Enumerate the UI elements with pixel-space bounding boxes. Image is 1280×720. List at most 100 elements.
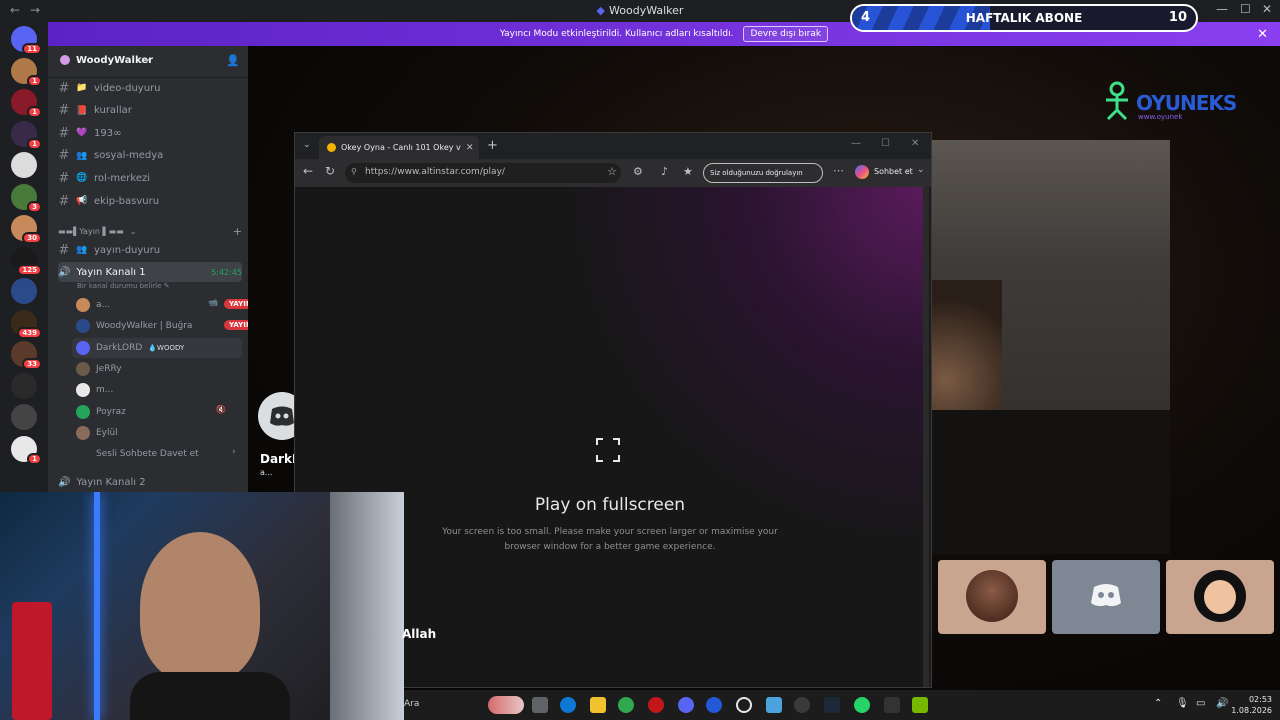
volume-icon[interactable]: 🔊 [1216,698,1228,709]
voice-user[interactable]: Sesli Sohbete Davet et › [76,444,242,464]
close-icon[interactable]: ✕ [1262,2,1272,16]
category-header[interactable]: ▬▬▌Yayın ▌▬▬ ⌄ + [58,221,242,241]
taskbar-search[interactable]: Ara [404,699,419,709]
ea-icon[interactable] [706,697,722,713]
hash-icon: # [58,103,70,119]
user-name: m... [96,385,114,396]
copilot-icon[interactable] [855,165,869,179]
participant-tile-1[interactable] [938,560,1046,634]
steam-icon[interactable] [824,697,840,713]
server-icon-12[interactable] [11,372,37,399]
read-aloud-icon[interactable]: ♪ [661,165,668,178]
server-icon-10[interactable]: 439 [11,309,42,339]
browser-back-icon[interactable]: ← [303,164,313,178]
participant-tile-3[interactable] [1166,560,1274,634]
taskbar-clock[interactable]: 02:53 1.08.2026 [1231,694,1272,716]
voice-user[interactable]: JeRRy [76,359,242,379]
discord-avatar-icon [1091,584,1121,607]
channel-yayin-duyuru[interactable]: # 👥 yayın-duyuru [58,240,242,260]
oyuneks-logo: OYUNEKS www.oyunek [1102,78,1242,128]
tab-list-icon[interactable]: ⌄ [303,140,311,150]
channel-ekip-basvuru[interactable]: # 📢 ekip-basvuru [58,191,242,211]
server-icon-9[interactable] [11,278,37,304]
more-options-icon[interactable]: ⋯ [833,164,844,177]
channel-193∞[interactable]: # 💜 193∞ [58,123,242,143]
voice-user[interactable]: WoodyWalker | Buğra YAYINDA [76,316,268,336]
server-icon-8[interactable]: 125 [11,246,42,276]
opera-icon[interactable] [648,697,664,713]
voice-user[interactable]: DarkLORD 💧WOODY [72,337,242,358]
disable-streamer-mode-button[interactable]: Devre dışı bırak [743,26,829,42]
user-name: Poyraz [96,406,126,417]
chevron-down-icon[interactable]: ⌄ [144,54,152,64]
display-tray-icon[interactable]: ▭ [1196,698,1205,709]
discord-icon[interactable] [678,697,694,713]
address-bar[interactable]: ⚲ https://www.altinstar.com/play/ [345,163,621,183]
server-icon-5[interactable] [11,152,37,178]
channel-sosyal-medya[interactable]: # 👥 sosyal-medya [58,146,242,166]
server-icon-4[interactable]: 1 [11,120,42,150]
site-info-icon[interactable]: ⚲ [351,167,357,176]
server-badge: 1 [27,452,42,465]
channel-rol-merkezi[interactable]: # 🌐 rol-merkezi [58,168,242,188]
capcut-icon[interactable] [884,697,900,713]
voice-channel-2[interactable]: 🔊 Yayın Kanalı 2 [58,472,242,492]
whatsapp-icon[interactable] [854,697,870,713]
browser-maximize-icon[interactable]: ☐ [881,138,890,149]
server-icon-7[interactable]: 30 [11,215,42,244]
minimize-icon[interactable]: — [1216,2,1228,16]
server-icon-2[interactable]: 1 [11,57,42,87]
maximize-icon[interactable]: ☐ [1240,2,1251,16]
upwork-icon[interactable] [618,697,634,713]
add-member-icon[interactable]: 👤 [226,54,240,67]
participant-tile-2[interactable] [1052,560,1160,634]
voice-channel-status[interactable]: Bir kanal durumu belirle ✎ [77,282,170,290]
page-scrollbar[interactable] [923,187,929,687]
extensions-icon[interactable]: ⚙ [633,165,643,178]
voice-channel-1[interactable]: 🔊 Yayın Kanalı 1 5:42:45 [58,262,242,282]
favorites-icon[interactable]: ★ [683,165,693,178]
refresh-icon[interactable]: ↻ [325,164,335,178]
channel-kurallar[interactable]: # 📕 kurallar [58,101,242,121]
copilot-label[interactable]: Sohbet et [874,167,913,176]
search-highlight-icon[interactable] [488,696,524,714]
file-explorer-icon[interactable] [590,697,606,713]
banner-close-icon[interactable]: ✕ [1257,27,1268,42]
user-name: a... [96,300,111,310]
server-icon-11[interactable]: 33 [11,341,42,370]
sidebar-toggle-icon[interactable]: ⌄ [917,165,925,175]
verify-identity-button[interactable]: Siz olduğunuzu doğrulayın [703,163,823,183]
task-view-icon[interactable] [532,697,548,713]
server-icon-3[interactable]: 1 [11,89,42,118]
user-tag: 💧WOODY [148,343,185,352]
browser-tab[interactable]: Okey Oyna - Canlı 101 Okey ve Dü ✕ [319,136,479,159]
fullscreen-icon[interactable] [595,437,621,463]
settings-icon[interactable] [794,697,810,713]
server-header[interactable]: WoodyWalker ⌄ 👤 [48,46,248,78]
edge-icon[interactable] [560,697,576,713]
voice-user[interactable]: Poyraz 🔇 [76,402,242,422]
channel-video-duyuru[interactable]: # 📁 video-duyuru [58,78,242,98]
server-icon-13[interactable] [11,404,37,430]
add-channel-icon[interactable]: + [233,225,242,238]
favorite-star-icon[interactable]: ☆ [607,165,617,178]
oyuneks-brand: OYUNEKS [1136,91,1237,115]
browser-minimize-icon[interactable]: — [851,138,861,149]
chevron-right-icon: › [232,447,236,458]
obs-icon[interactable] [736,697,752,713]
nvidia-icon[interactable] [912,697,928,713]
tray-overflow-icon[interactable]: ⌃ [1154,698,1162,709]
voice-user[interactable]: Eylül [76,423,242,443]
server-icon-1[interactable]: 11 [11,26,42,55]
new-tab-icon[interactable]: + [487,138,498,153]
server-icon-14[interactable]: 1 [11,435,42,465]
server-icon-6[interactable]: 3 [11,183,42,213]
voice-user[interactable]: m... [76,380,242,400]
microphone-tray-icon[interactable]: 🎙 [1176,698,1189,709]
browser-close-icon[interactable]: ✕ [911,138,919,149]
hash-icon: # [58,170,70,186]
tab-close-icon[interactable]: ✕ [466,143,474,153]
voice-user[interactable]: a... YAYINDA 📹 [76,295,268,315]
server-badge: 30 [22,232,42,244]
photos-icon[interactable] [766,697,782,713]
